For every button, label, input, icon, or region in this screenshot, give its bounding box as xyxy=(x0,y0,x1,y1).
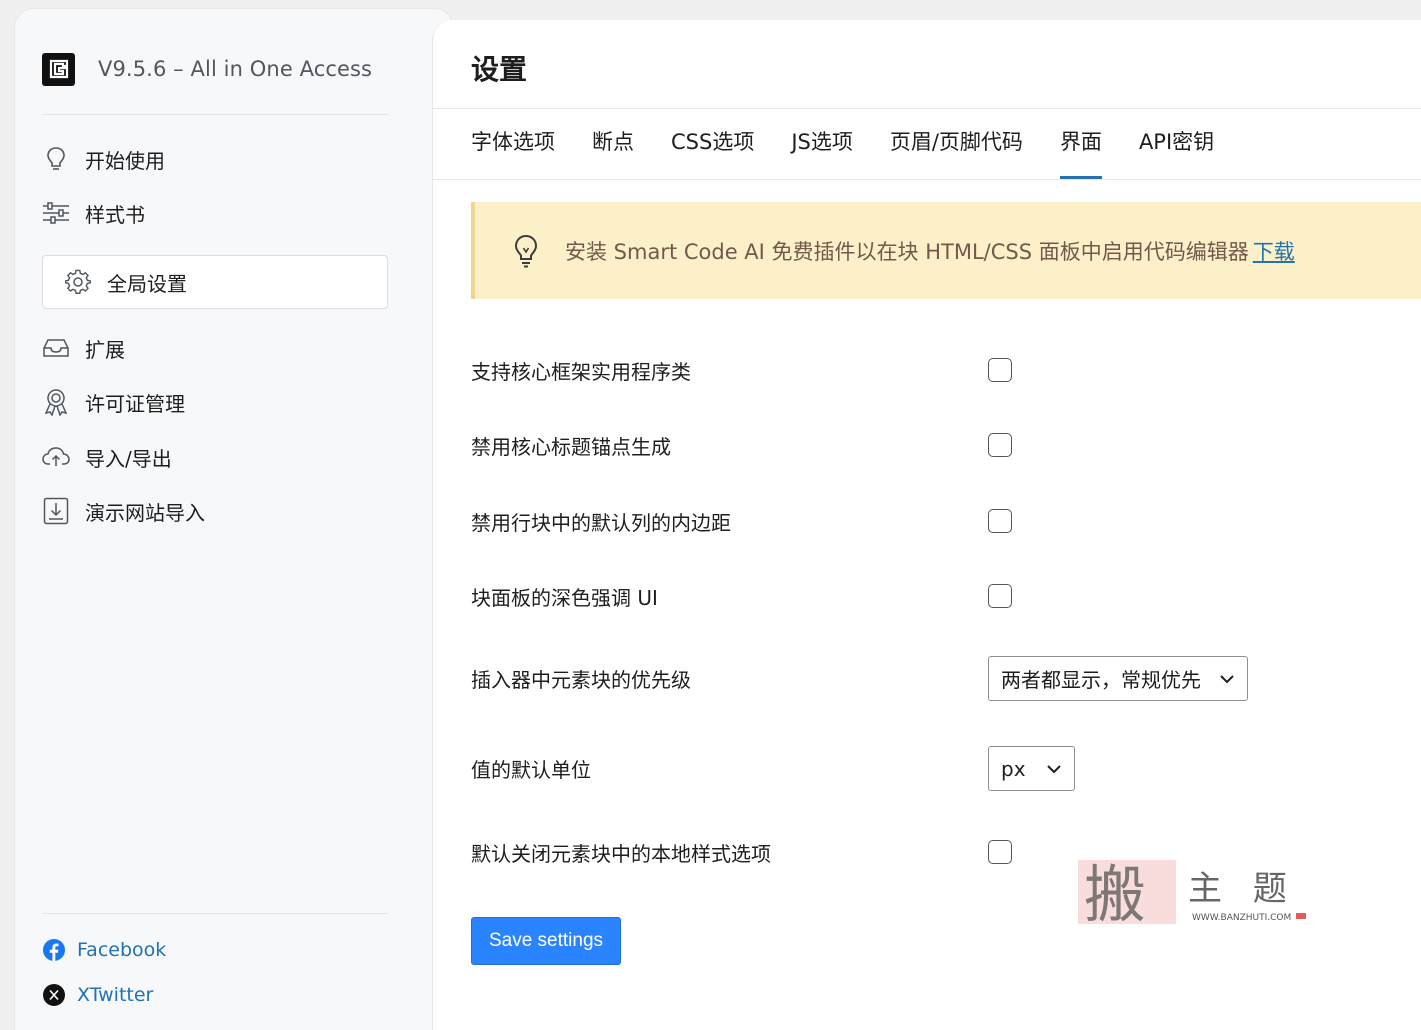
setting-label: 默认关闭元素块中的本地样式选项 xyxy=(471,841,771,866)
chevron-down-icon xyxy=(1046,764,1062,774)
sidebar-item-label: 导入/导出 xyxy=(85,446,172,471)
tab-css[interactable]: CSS选项 xyxy=(671,123,754,179)
setting-checkbox[interactable] xyxy=(988,433,1012,457)
block-priority-select[interactable]: 两者都显示，常规优先 xyxy=(988,656,1248,701)
sliders-icon xyxy=(42,199,70,227)
setting-checkbox[interactable] xyxy=(988,840,1012,864)
tab-api-keys[interactable]: API密钥 xyxy=(1139,123,1214,179)
twitter-link[interactable]: XTwitter xyxy=(42,980,153,1010)
setting-row: 支持核心框架实用程序类 xyxy=(471,350,1371,390)
setting-row: 禁用核心标题锚点生成 xyxy=(471,425,1371,465)
sidebar-item-stylebook[interactable]: 样式书 xyxy=(42,193,145,233)
brand-title: V9.5.6 – All in One Access xyxy=(98,57,373,81)
setting-label: 禁用行块中的默认列的内边距 xyxy=(471,510,731,535)
sidebar-divider xyxy=(42,913,388,914)
brand-logo-icon xyxy=(42,52,75,86)
download-box-icon xyxy=(42,497,70,525)
setting-row: 禁用行块中的默认列的内边距 xyxy=(471,501,1371,541)
brand: V9.5.6 – All in One Access xyxy=(42,52,372,86)
setting-row: 块面板的深色强调 UI xyxy=(471,576,1371,616)
tab-header-footer[interactable]: 页眉/页脚代码 xyxy=(890,123,1023,179)
gear-icon xyxy=(64,268,92,296)
settings-tabs: 字体选项 断点 CSS选项 JS选项 页眉/页脚代码 界面 API密钥 xyxy=(471,123,1251,179)
page-title: 设置 xyxy=(471,53,528,86)
award-icon xyxy=(42,388,70,416)
svg-text:WWW.BANZHUTI.COM: WWW.BANZHUTI.COM xyxy=(1192,913,1291,923)
lightbulb-icon xyxy=(511,233,541,269)
setting-label: 禁用核心标题锚点生成 xyxy=(471,434,671,459)
notice-message: 安装 Smart Code AI 免费插件以在块 HTML/CSS 面板中启用代… xyxy=(565,239,1249,264)
save-settings-button[interactable]: Save settings xyxy=(471,917,621,965)
sidebar-item-global-settings[interactable]: 全局设置 xyxy=(42,255,388,309)
x-twitter-icon xyxy=(42,983,66,1007)
default-unit-select[interactable]: px xyxy=(988,746,1075,791)
sidebar-item-demo-import[interactable]: 演示网站导入 xyxy=(42,491,205,531)
sidebar: V9.5.6 – All in One Access 开始使用 样式书 全局设置… xyxy=(14,8,454,1030)
cloud-upload-icon xyxy=(42,443,70,471)
sidebar-item-license[interactable]: 许可证管理 xyxy=(42,382,185,422)
tab-fonts[interactable]: 字体选项 xyxy=(471,123,555,179)
watermark-logo: 搬 主 题 WWW.BANZHUTI.COM xyxy=(1076,856,1308,931)
tab-breakpoints[interactable]: 断点 xyxy=(592,123,634,179)
sidebar-item-getting-started[interactable]: 开始使用 xyxy=(42,139,165,179)
notice-text: 安装 Smart Code AI 免费插件以在块 HTML/CSS 面板中启用代… xyxy=(565,236,1295,266)
sidebar-item-label: 许可证管理 xyxy=(85,391,185,416)
sidebar-item-label: 演示网站导入 xyxy=(85,500,205,525)
tabs-divider xyxy=(433,179,1421,180)
svg-text:搬: 搬 xyxy=(1084,858,1146,926)
sidebar-item-label: 全局设置 xyxy=(107,271,187,296)
setting-checkbox[interactable] xyxy=(988,358,1012,382)
plugin-notice: 安装 Smart Code AI 免费插件以在块 HTML/CSS 面板中启用代… xyxy=(471,202,1421,299)
tab-interface[interactable]: 界面 xyxy=(1059,123,1102,179)
sidebar-item-label: 开始使用 xyxy=(85,148,165,173)
notice-download-link[interactable]: 下载 xyxy=(1253,240,1295,264)
facebook-icon xyxy=(42,938,66,962)
chevron-down-icon xyxy=(1219,674,1235,684)
facebook-link[interactable]: Facebook xyxy=(42,935,166,965)
sidebar-item-extensions[interactable]: 扩展 xyxy=(42,328,125,368)
select-value: px xyxy=(1001,756,1026,781)
sidebar-item-label: 样式书 xyxy=(85,202,145,227)
setting-checkbox[interactable] xyxy=(988,509,1012,533)
twitter-label: XTwitter xyxy=(77,984,154,1006)
lightbulb-icon xyxy=(42,145,70,173)
setting-row: 值的默认单位 px xyxy=(471,746,1371,791)
setting-label: 块面板的深色强调 UI xyxy=(471,585,658,610)
svg-text:主 题: 主 题 xyxy=(1188,869,1297,909)
setting-checkbox[interactable] xyxy=(988,584,1012,608)
tab-js[interactable]: JS选项 xyxy=(791,123,853,179)
sidebar-item-label: 扩展 xyxy=(85,337,125,362)
setting-label: 支持核心框架实用程序类 xyxy=(471,359,691,384)
sidebar-divider xyxy=(42,114,388,115)
header-divider xyxy=(433,108,1421,109)
sidebar-item-import-export[interactable]: 导入/导出 xyxy=(42,437,172,477)
facebook-label: Facebook xyxy=(77,939,167,961)
setting-row: 插入器中元素块的优先级 两者都显示，常规优先 xyxy=(471,656,1371,701)
select-value: 两者都显示，常规优先 xyxy=(1001,668,1201,692)
setting-label: 值的默认单位 xyxy=(471,758,591,782)
inbox-icon xyxy=(42,334,70,362)
setting-label: 插入器中元素块的优先级 xyxy=(471,668,691,692)
